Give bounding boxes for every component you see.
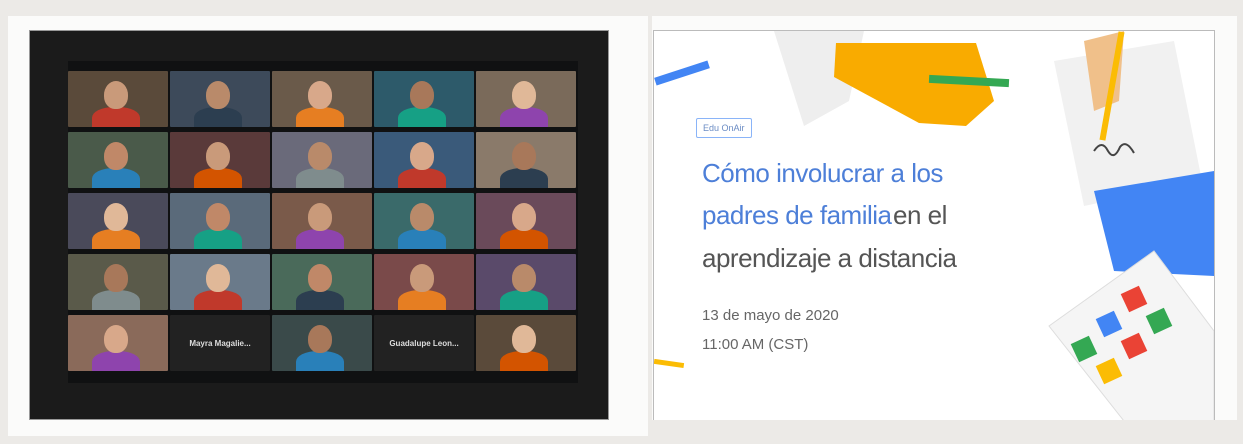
participant-face — [410, 264, 434, 292]
participant-video-tile — [272, 71, 372, 127]
participant-video-tile — [374, 71, 474, 127]
participant-video-tile — [170, 254, 270, 310]
participant-face — [512, 81, 536, 109]
participant-body — [500, 229, 548, 249]
participant-video-tile — [170, 132, 270, 188]
tablet-photo: Mayra Magalie... Guadalupe Leon... — [30, 31, 608, 419]
participant-face — [512, 325, 536, 353]
event-date: 13 de mayo de 2020 — [702, 307, 839, 324]
participant-video-tile — [68, 193, 168, 249]
participant-face — [308, 142, 332, 170]
participant-face — [104, 81, 128, 109]
participant-body — [194, 168, 242, 188]
participant-body — [296, 351, 344, 371]
participant-name-tile: Mayra Magalie... — [170, 315, 270, 371]
participant-body — [398, 290, 446, 310]
video-call-grid: Mayra Magalie... Guadalupe Leon... — [68, 61, 578, 383]
participant-face — [206, 142, 230, 170]
participant-video-tile — [170, 193, 270, 249]
participant-video-tile — [476, 193, 576, 249]
participant-body — [92, 351, 140, 371]
slide-title-line-3: aprendizaje a distancia — [702, 243, 957, 273]
participant-body — [398, 107, 446, 127]
participant-video-tile — [68, 254, 168, 310]
participant-body — [296, 107, 344, 127]
event-time: 11:00 AM (CST) — [702, 336, 809, 353]
blue-pen-icon — [654, 60, 710, 86]
participant-face — [410, 81, 434, 109]
participant-name: Guadalupe Leon... — [389, 339, 459, 348]
slide-title-line-2-highlight: padres de familia — [702, 200, 892, 230]
participant-video-tile — [374, 193, 474, 249]
participant-face — [308, 203, 332, 231]
participant-face — [512, 264, 536, 292]
participant-video-tile — [272, 254, 372, 310]
participant-body — [296, 290, 344, 310]
participant-face — [308, 81, 332, 109]
participant-face — [104, 142, 128, 170]
participant-face — [308, 264, 332, 292]
participant-face — [206, 264, 230, 292]
participant-face — [512, 203, 536, 231]
participant-video-tile — [272, 132, 372, 188]
small-pencil-icon — [654, 358, 685, 369]
participant-video-tile — [68, 315, 168, 371]
participant-video-tile — [68, 71, 168, 127]
participant-body — [92, 107, 140, 127]
participant-video-tile — [170, 71, 270, 127]
participant-face — [206, 81, 230, 109]
participant-video-tile — [476, 315, 576, 371]
participant-face — [104, 264, 128, 292]
participant-name-tile: Guadalupe Leon... — [374, 315, 474, 371]
participant-video-tile — [476, 71, 576, 127]
slide-title-line-2-rest: en el — [893, 200, 947, 230]
participant-body — [500, 290, 548, 310]
participant-body — [398, 168, 446, 188]
edu-onair-badge: Edu OnAir — [696, 118, 752, 138]
participant-body — [500, 107, 548, 127]
participant-body — [296, 229, 344, 249]
participant-name: Mayra Magalie... — [189, 339, 251, 348]
slide-title-line-1: Cómo involucrar a los — [702, 158, 943, 188]
participant-face — [512, 142, 536, 170]
participant-video-tile — [476, 254, 576, 310]
participant-body — [194, 290, 242, 310]
participant-face — [410, 203, 434, 231]
participant-video-tile — [272, 315, 372, 371]
participant-body — [398, 229, 446, 249]
participant-face — [410, 142, 434, 170]
laptop-shape — [1048, 250, 1214, 421]
participant-video-tile — [68, 132, 168, 188]
participant-face — [308, 325, 332, 353]
participant-video-tile — [374, 132, 474, 188]
participant-face — [104, 203, 128, 231]
participant-body — [194, 107, 242, 127]
participant-body — [296, 168, 344, 188]
participant-video-tile — [374, 254, 474, 310]
participant-body — [92, 168, 140, 188]
participant-face — [206, 203, 230, 231]
participant-face — [104, 325, 128, 353]
participant-body — [92, 229, 140, 249]
participant-body — [92, 290, 140, 310]
participant-body — [194, 229, 242, 249]
participant-video-tile — [476, 132, 576, 188]
participant-body — [500, 168, 548, 188]
bottom-strip — [650, 420, 1243, 444]
participant-body — [500, 351, 548, 371]
participant-video-tile — [272, 193, 372, 249]
